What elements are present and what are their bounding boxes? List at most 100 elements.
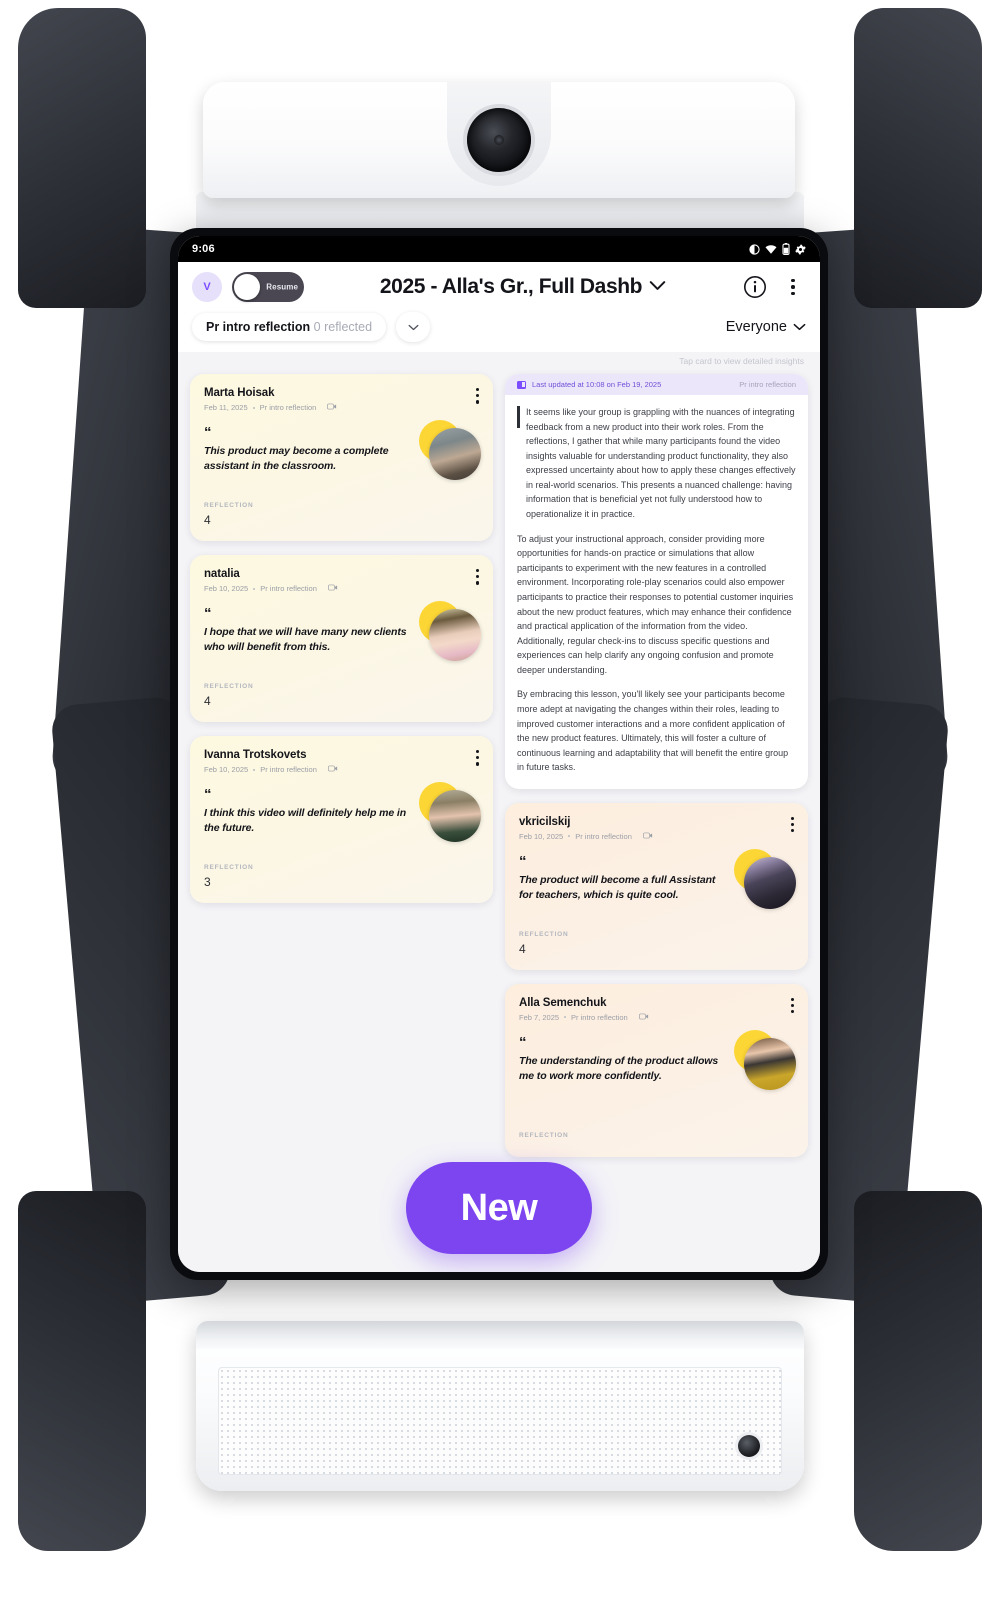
reflection-label: REFLECTION [519, 930, 569, 938]
card-date: Feb 10, 2025 [204, 765, 249, 774]
card-topic: Pr intro reflection [575, 831, 632, 841]
card-meta: Feb 7, 2025 Pr intro reflection [519, 1013, 649, 1022]
card-header: vkricilskij Feb 10, 2025 Pr intro reflec… [519, 816, 794, 841]
board-column-right: Last updated at 10:08 on Feb 19, 2025 Pr… [505, 374, 808, 1157]
stand-leg-top-right [854, 8, 982, 308]
card-quote-area: “ The product will become a full Assista… [519, 848, 796, 913]
quote-mark-icon: “ [204, 605, 212, 622]
card-menu-icon[interactable] [475, 568, 479, 585]
status-icon-group [749, 243, 806, 255]
filter-expand-button[interactable] [396, 312, 431, 342]
reflection-card[interactable]: Alla Semenchuk Feb 7, 2025 Pr intro refl… [505, 983, 808, 1157]
insight-card[interactable]: Last updated at 10:08 on Feb 19, 2025 Pr… [505, 374, 808, 789]
participant-name: Marta Hoisak [204, 387, 275, 399]
participant-name: natalia [204, 568, 240, 580]
card-quote: I think this video will definitely help … [204, 807, 407, 835]
resume-toggle-knob [234, 274, 260, 300]
reflection-label: REFLECTION [204, 683, 254, 690]
card-quote-area: “ This product may become a complete ass… [204, 420, 481, 484]
avatar-photo [429, 790, 481, 842]
card-menu-icon[interactable] [475, 387, 479, 404]
card-quote-area: “ I hope that we will have many new clie… [204, 601, 481, 665]
participant-avatar [734, 1029, 796, 1092]
card-header: Ivanna Trotskovets Feb 10, 2025 Pr intro… [204, 749, 479, 774]
settings-gear-icon [795, 244, 806, 255]
video-camera-icon [643, 832, 653, 841]
avatar-photo [744, 856, 796, 909]
card-identity: natalia Feb 10, 2025 Pr intro reflection [204, 568, 338, 593]
board-column-left: Marta Hoisak Feb 11, 2025 Pr intro refle… [190, 374, 493, 903]
insight-badge-icon [517, 380, 526, 389]
reflection-count: 4 [204, 513, 211, 527]
card-quote: This product may become a complete assis… [204, 445, 389, 473]
status-bar: 9:06 [178, 236, 820, 262]
reflection-board: Tap card to view detailed insights Marta… [178, 352, 820, 1272]
card-quote: The understanding of the product allows … [519, 1054, 719, 1083]
stand-leg-bottom-left [18, 1191, 146, 1551]
chevron-down-icon [793, 319, 806, 335]
camera-lens-icon [467, 108, 531, 172]
header-actions [742, 274, 806, 300]
card-meta: Feb 10, 2025 Pr intro reflection [204, 765, 338, 774]
card-meta: Feb 10, 2025 Pr intro reflection [204, 584, 338, 593]
reflection-card[interactable]: vkricilskij Feb 10, 2025 Pr intro reflec… [505, 802, 808, 970]
insight-topic-tag: Pr intro reflection [739, 380, 796, 389]
chevron-down-icon [649, 278, 666, 296]
participant-name: vkricilskij [519, 815, 571, 828]
app-header: V Resume 2025 - Alla's Gr., Full Dashb [178, 262, 820, 310]
participant-name: Alla Semenchuk [519, 996, 607, 1009]
card-date: Feb 7, 2025 [519, 1012, 560, 1022]
avatar-photo [744, 1037, 796, 1090]
card-identity: Ivanna Trotskovets Feb 10, 2025 Pr intro… [204, 749, 338, 774]
reflection-card[interactable]: Ivanna Trotskovets Feb 10, 2025 Pr intro… [190, 736, 493, 903]
reflection-filter-chip[interactable]: Pr intro reflection 0 reflected [192, 313, 387, 341]
wifi-icon [765, 244, 777, 255]
card-menu-icon[interactable] [475, 749, 479, 766]
card-header: natalia Feb 10, 2025 Pr intro reflection [204, 568, 479, 593]
more-options-button[interactable] [780, 274, 806, 300]
device-stage: 9:06 V Resume 2025 - Alla's Gr., Full Da… [0, 0, 1000, 1613]
audience-label: Everyone [725, 319, 787, 335]
insight-header: Last updated at 10:08 on Feb 19, 2025 Pr… [505, 374, 808, 395]
reflection-card[interactable]: Marta Hoisak Feb 11, 2025 Pr intro refle… [190, 374, 493, 541]
new-reflection-button[interactable]: New [406, 1162, 592, 1254]
meta-separator-dot [253, 768, 256, 771]
card-menu-icon[interactable] [790, 997, 794, 1014]
resume-toggle[interactable]: Resume [232, 272, 304, 302]
user-avatar[interactable]: V [192, 272, 222, 302]
card-quote: I hope that we will have many new client… [204, 626, 407, 654]
reflection-filter-count: 0 reflected [313, 320, 373, 334]
tablet-device: 9:06 V Resume 2025 - Alla's Gr., Full Da… [170, 228, 828, 1280]
reflection-count: 4 [519, 941, 526, 956]
title-dropdown[interactable]: 2025 - Alla's Gr., Full Dashb [314, 275, 732, 299]
card-date: Feb 11, 2025 [204, 403, 248, 412]
meta-separator-dot [253, 587, 256, 590]
reflection-card[interactable]: natalia Feb 10, 2025 Pr intro reflection [190, 555, 493, 722]
card-header: Marta Hoisak Feb 11, 2025 Pr intro refle… [204, 387, 479, 412]
reflection-label: REFLECTION [204, 502, 254, 509]
quote-mark-icon: “ [204, 424, 212, 441]
card-menu-icon[interactable] [790, 816, 794, 833]
card-quote-area: “ I think this video will definitely hel… [204, 782, 481, 846]
info-icon[interactable] [742, 274, 768, 300]
speaker-bar [196, 1321, 804, 1491]
kebab-menu-icon [791, 278, 795, 296]
participant-avatar [419, 420, 481, 482]
reflection-count: 4 [204, 694, 211, 708]
avatar-photo [429, 609, 481, 661]
status-clock: 9:06 [192, 243, 215, 255]
filter-row: Pr intro reflection 0 reflected Everyone [178, 310, 820, 352]
stand-leg-bottom-right [854, 1191, 982, 1551]
card-date: Feb 10, 2025 [204, 584, 249, 593]
audience-selector[interactable]: Everyone [726, 319, 806, 335]
card-quote-area: “ The understanding of the product allow… [519, 1029, 796, 1114]
speaker-grille-icon [218, 1367, 782, 1475]
meta-separator-dot [564, 1016, 567, 1019]
meta-separator-dot [252, 406, 255, 409]
camera-bar [203, 82, 795, 198]
quote-mark-icon: “ [519, 852, 527, 870]
insight-paragraph: By embracing this lesson, you'll likely … [517, 689, 789, 773]
quote-mark-icon: “ [204, 786, 212, 803]
meta-separator-dot [568, 835, 571, 838]
participant-avatar [419, 601, 481, 663]
